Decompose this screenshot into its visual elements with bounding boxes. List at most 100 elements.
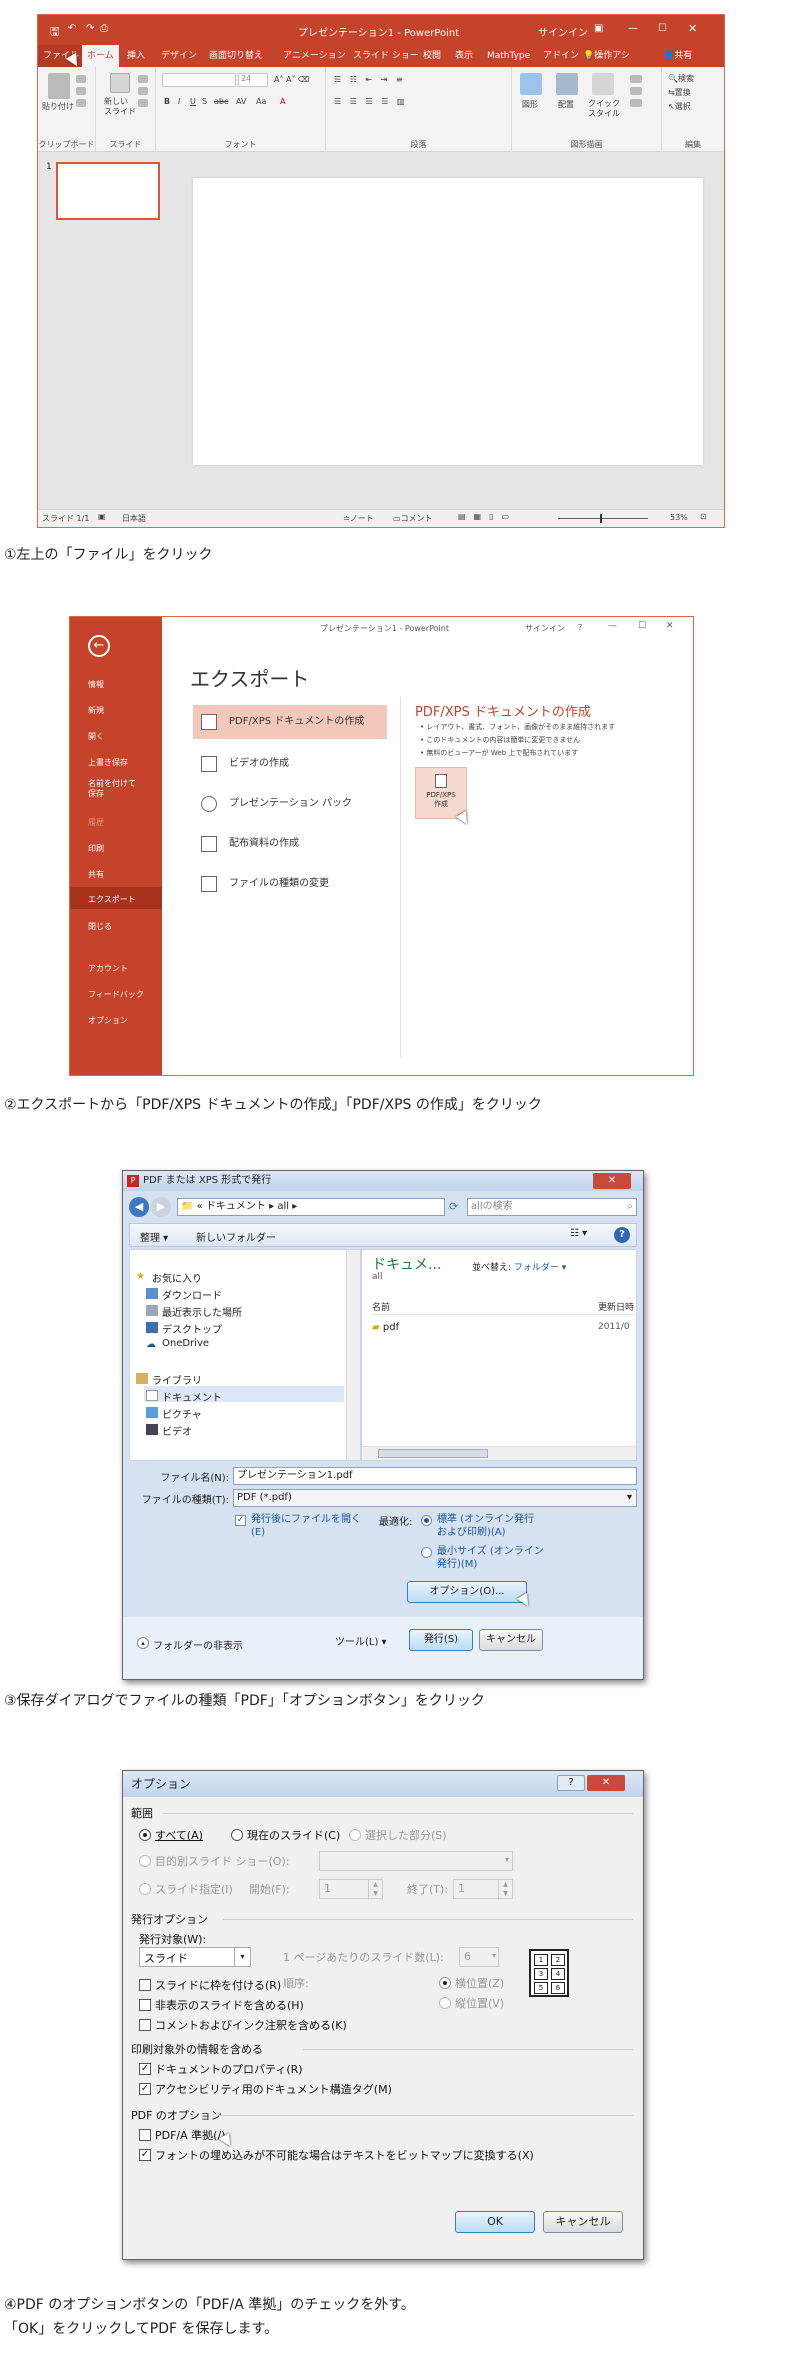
close-button[interactable]: ✕ <box>593 1173 631 1189</box>
font-grow-icon[interactable]: A˄ A˅ ⌫ <box>274 75 309 84</box>
bullets-icon[interactable]: ☰ ☷ ⇤ ⇥ ≡ <box>334 75 406 84</box>
sidebar-item-history[interactable]: 履歴 <box>88 817 104 828</box>
cut-icon[interactable] <box>76 75 86 83</box>
range-current-radio[interactable] <box>231 1829 243 1841</box>
preview-icon[interactable]: ⎙ <box>100 23 108 34</box>
reset-icon[interactable] <box>138 87 148 95</box>
accessibility-checkbox[interactable]: ✓ <box>139 2083 151 2095</box>
sidebar-item-saveas[interactable]: 名前を付けて 保存 <box>88 779 136 799</box>
strike-icon[interactable]: abc <box>214 97 228 106</box>
tell-me[interactable]: 💡操作アシ <box>578 45 635 67</box>
tree-item-pictures[interactable]: ピクチャ <box>146 1406 202 1421</box>
tree-item-favorites[interactable]: ★ お気に入り <box>136 1270 202 1285</box>
font-color-icon[interactable]: A <box>280 97 285 106</box>
paste-icon[interactable] <box>48 73 70 99</box>
doc-props-checkbox[interactable]: ✓ <box>139 2063 151 2075</box>
close-icon[interactable]: ✕ <box>688 22 697 35</box>
view-icon[interactable]: ☷ ▾ <box>570 1228 587 1239</box>
spinner-icon[interactable]: ▲ ▼ <box>498 1880 512 1900</box>
quick-style-icon[interactable] <box>592 73 614 95</box>
redo-icon[interactable]: ↷ <box>86 23 94 34</box>
tree-scrollbar[interactable] <box>346 1250 360 1460</box>
tab-slideshow[interactable]: スライド ショー <box>348 45 424 67</box>
shapes-icon[interactable] <box>520 73 542 95</box>
slide-thumbnail[interactable] <box>56 162 160 220</box>
order-vertical-radio[interactable] <box>439 1997 451 2009</box>
spacing-icon[interactable]: AV <box>236 97 246 106</box>
maximize-icon[interactable]: ☐ <box>658 23 667 34</box>
tree-item-onedrive[interactable]: ☁ OneDrive <box>146 1338 209 1350</box>
range-slides-radio[interactable] <box>139 1883 151 1895</box>
sidebar-item-open[interactable]: 開く <box>88 731 104 742</box>
tab-mathtype[interactable]: MathType <box>482 45 535 67</box>
tab-view[interactable]: 表示 <box>450 45 478 67</box>
sidebar-item-share[interactable]: 共有 <box>88 869 104 880</box>
tab-transitions[interactable]: 画面切り替え <box>204 45 268 67</box>
signin-link[interactable]: サインイン <box>525 623 565 634</box>
help-icon[interactable]: ? <box>578 623 582 632</box>
font-name-box[interactable] <box>162 73 236 87</box>
zoom-slider[interactable] <box>558 518 648 519</box>
file-row-pdf[interactable]: ▰ pdf <box>372 1322 399 1333</box>
range-selection-radio[interactable] <box>349 1829 361 1841</box>
shadow-icon[interactable]: S <box>202 97 207 106</box>
organize-button[interactable]: 整理 ▾ <box>140 1229 168 1244</box>
zoom-thumb[interactable] <box>600 514 602 523</box>
bitmap-checkbox[interactable]: ✓ <box>139 2149 151 2161</box>
ok-button[interactable]: OK <box>455 2211 535 2233</box>
case-icon[interactable]: Aa <box>256 97 266 106</box>
filetype-select[interactable]: PDF (*.pdf) ▾ <box>233 1489 637 1507</box>
tree-item-documents[interactable]: ドキュメント <box>146 1389 222 1404</box>
tools-button[interactable]: ツール(L) ▾ <box>335 1633 387 1648</box>
comments-checkbox[interactable] <box>139 2019 151 2031</box>
optimize-min-radio[interactable] <box>421 1547 432 1558</box>
signin-link[interactable]: サインイン <box>538 24 588 39</box>
forward-icon[interactable]: ▶ <box>151 1197 171 1217</box>
minimize-icon[interactable]: — <box>628 23 638 34</box>
cancel-button[interactable]: キャンセル <box>479 1629 543 1651</box>
create-pdf-button[interactable]: PDF/XPS 作成 <box>415 767 467 819</box>
range-custom-radio[interactable] <box>139 1855 151 1867</box>
hide-folders-button[interactable]: フォルダーの非表示 <box>153 1637 243 1652</box>
comments-button[interactable]: ▭コメント <box>393 513 433 524</box>
save-icon[interactable]: 🖫 <box>50 23 59 42</box>
tree-item-downloads[interactable]: ダウンロード <box>146 1287 222 1302</box>
format-painter-icon[interactable] <box>76 99 86 107</box>
tree-item-libraries[interactable]: ライブラリ <box>136 1372 202 1387</box>
export-item-handouts[interactable]: 配布資料の作成 <box>193 827 387 861</box>
fill-icon[interactable] <box>630 75 642 83</box>
to-input[interactable]: 1 ▲ ▼ <box>453 1879 513 1900</box>
export-item-pdf[interactable]: PDF/XPS ドキュメントの作成 <box>193 705 387 739</box>
publish-button[interactable]: 発行(S) <box>409 1629 473 1651</box>
help-button[interactable]: ? <box>557 1775 585 1791</box>
tab-review[interactable]: 校閲 <box>418 45 446 67</box>
spellcheck-icon[interactable]: ▣ <box>98 512 106 521</box>
horizontal-scrollbar[interactable] <box>362 1446 636 1460</box>
tree-item-videos[interactable]: ビデオ <box>146 1423 192 1438</box>
sidebar-item-save[interactable]: 上書き保存 <box>88 757 128 768</box>
breadcrumb[interactable]: 📁 « ドキュメント ▸ all ▸ <box>177 1198 445 1216</box>
from-input[interactable]: 1 ▲ ▼ <box>319 1879 383 1900</box>
find-button[interactable]: 🔍検索 <box>668 73 694 84</box>
pdfa-checkbox[interactable] <box>139 2129 151 2141</box>
sidebar-item-new[interactable]: 新規 <box>88 705 104 716</box>
sidebar-item-options[interactable]: オプション <box>88 1015 128 1026</box>
cancel-button[interactable]: キャンセル <box>543 2211 623 2233</box>
range-all-radio[interactable] <box>139 1829 151 1841</box>
sidebar-item-print[interactable]: 印刷 <box>88 843 104 854</box>
frame-checkbox[interactable] <box>139 1979 151 1991</box>
tab-home[interactable]: ホーム <box>82 45 119 67</box>
view-buttons-icon[interactable]: ▤▦▯▭ <box>458 512 517 521</box>
italic-icon[interactable]: I <box>178 97 180 106</box>
underline-icon[interactable]: U <box>190 97 196 106</box>
sidebar-item-export[interactable]: エクスポート <box>88 894 136 905</box>
column-name[interactable]: 名前 <box>372 1300 390 1313</box>
sidebar-item-account[interactable]: アカウント <box>88 963 128 974</box>
chevron-up-icon[interactable]: ▴ <box>137 1637 149 1649</box>
column-date[interactable]: 更新日時 <box>598 1300 636 1313</box>
publish-what-select[interactable]: スライド ▾ <box>139 1947 251 1967</box>
tree-item-recent[interactable]: 最近表示した場所 <box>146 1304 242 1319</box>
close-button[interactable]: ✕ <box>587 1775 625 1791</box>
undo-icon[interactable]: ↶ <box>68 23 76 34</box>
export-item-package[interactable]: プレゼンテーション パック <box>193 787 387 821</box>
